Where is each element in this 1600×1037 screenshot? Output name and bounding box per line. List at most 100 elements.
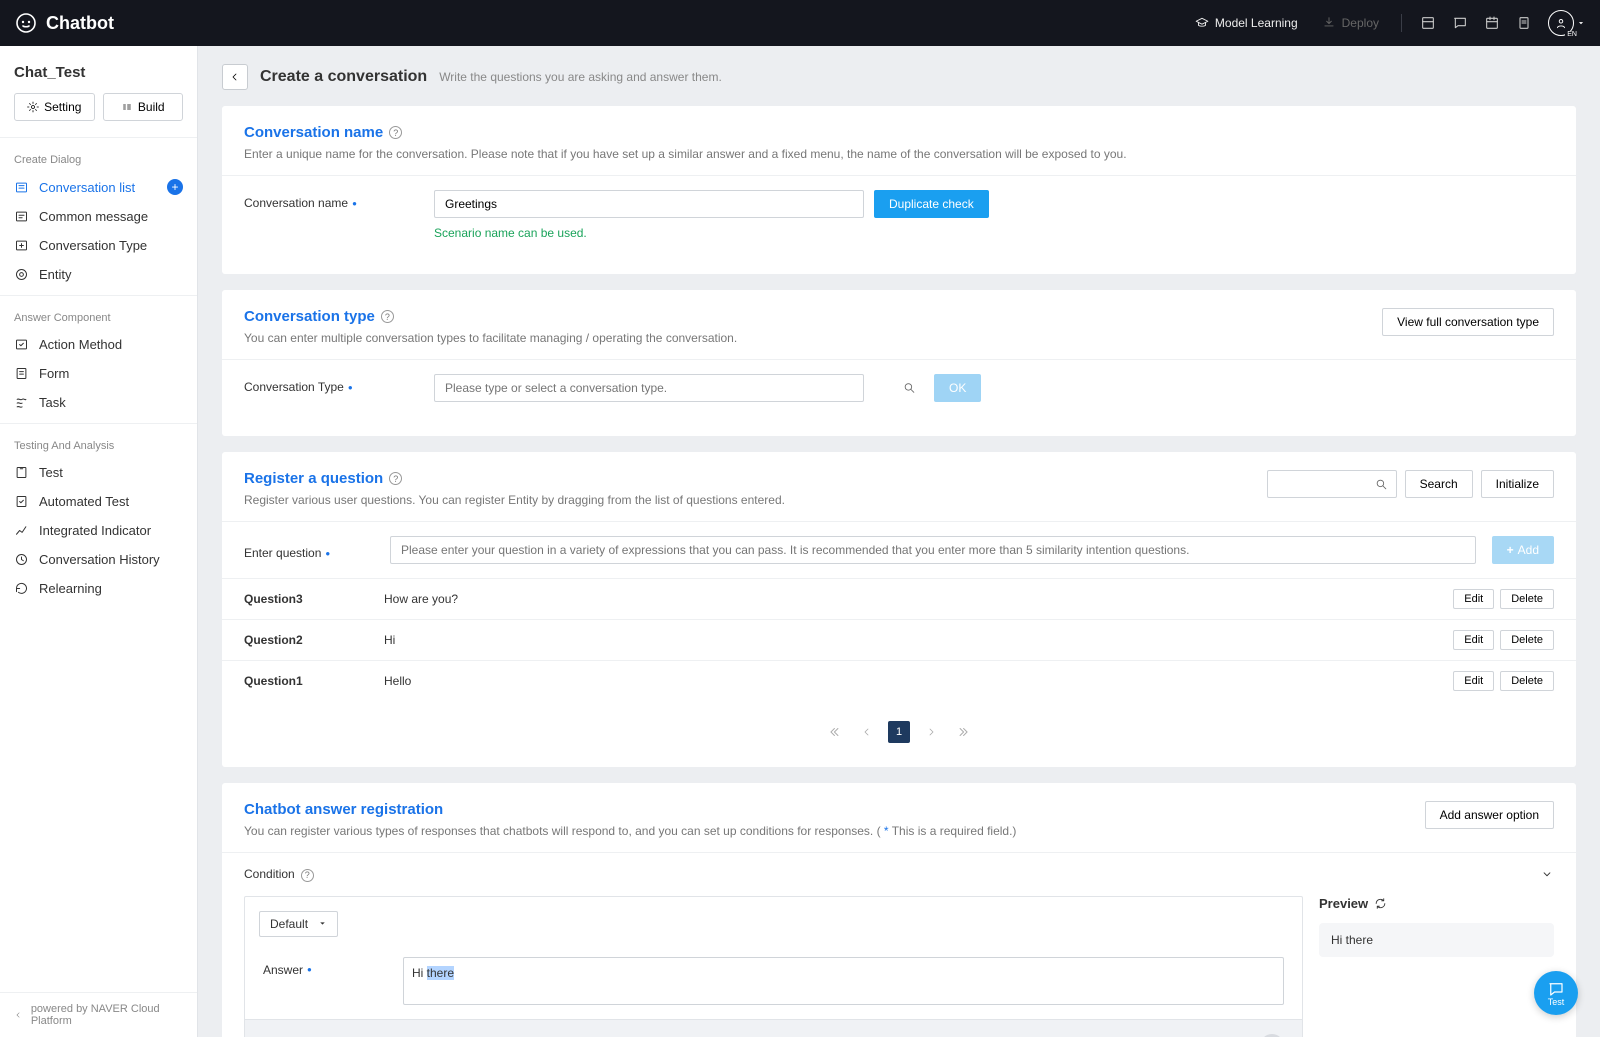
deploy-link[interactable]: Deploy bbox=[1312, 10, 1389, 36]
sidebar-item-automated-test[interactable]: Automated Test bbox=[0, 487, 197, 516]
refresh-icon[interactable] bbox=[1374, 897, 1387, 910]
sidebar: Chat_Test Setting Build Create Dialog Co… bbox=[0, 46, 198, 1037]
deploy-icon bbox=[1322, 16, 1336, 30]
sidebar-item-conversation-history[interactable]: Conversation History bbox=[0, 545, 197, 574]
pagination: 1 bbox=[222, 701, 1576, 767]
duplicate-check-button[interactable]: Duplicate check bbox=[874, 190, 989, 218]
q-desc: Register various user questions. You can… bbox=[244, 493, 785, 507]
condition-row[interactable]: Condition? bbox=[222, 852, 1576, 896]
answer-textarea[interactable]: Hi there bbox=[403, 957, 1284, 1005]
help-icon[interactable]: ? bbox=[301, 869, 314, 882]
user-menu[interactable]: EN bbox=[1548, 10, 1586, 36]
initialize-button[interactable]: Initialize bbox=[1481, 470, 1554, 498]
help-icon[interactable]: ? bbox=[381, 310, 394, 323]
question-id: Question2 bbox=[244, 633, 384, 647]
header-icon-1[interactable] bbox=[1414, 9, 1442, 37]
test-icon bbox=[14, 465, 29, 480]
sidebar-item-integrated-indicator[interactable]: Integrated Indicator bbox=[0, 516, 197, 545]
conv-type-title: Conversation type bbox=[244, 308, 375, 325]
sidebar-item-test[interactable]: Test bbox=[0, 458, 197, 487]
page-title: Create a conversation bbox=[260, 68, 427, 86]
chevron-down-circle-icon bbox=[1260, 1034, 1284, 1037]
page-number[interactable]: 1 bbox=[888, 721, 910, 743]
form-icon bbox=[14, 366, 29, 381]
graduation-icon bbox=[1195, 16, 1209, 30]
answer-title: Chatbot answer registration bbox=[244, 801, 443, 818]
page-next-button[interactable] bbox=[920, 721, 942, 743]
help-icon[interactable]: ? bbox=[389, 126, 402, 139]
help-icon[interactable]: ? bbox=[389, 472, 402, 485]
edit-button[interactable]: Edit bbox=[1453, 630, 1494, 650]
sidebar-item-relearning[interactable]: Relearning bbox=[0, 574, 197, 603]
answer-desc: You can register various types of respon… bbox=[244, 824, 1016, 838]
question-row: Question3 How are you? EditDelete bbox=[222, 578, 1576, 619]
view-full-type-button[interactable]: View full conversation type bbox=[1382, 308, 1554, 336]
indicator-icon bbox=[14, 523, 29, 538]
sidebar-item-common-message[interactable]: Common message bbox=[0, 202, 197, 231]
back-button[interactable] bbox=[222, 64, 248, 90]
conversation-name-input[interactable] bbox=[434, 190, 864, 218]
condition-label: Condition bbox=[244, 867, 295, 881]
auto-test-icon bbox=[14, 494, 29, 509]
q-title: Register a question bbox=[244, 470, 383, 487]
header-actions: Model Learning Deploy EN bbox=[1185, 9, 1586, 37]
url-add-row[interactable]: URL Add bbox=[245, 1019, 1302, 1037]
delete-button[interactable]: Delete bbox=[1500, 589, 1554, 609]
main-content: Create a conversation Write the question… bbox=[198, 46, 1600, 1037]
build-button[interactable]: Build bbox=[103, 93, 184, 121]
page-last-button[interactable] bbox=[952, 721, 974, 743]
delete-button[interactable]: Delete bbox=[1500, 630, 1554, 650]
sidebar-item-conversation-list[interactable]: Conversation list + bbox=[0, 172, 197, 202]
sidebar-item-conversation-type[interactable]: Conversation Type bbox=[0, 231, 197, 260]
conversation-type-input[interactable] bbox=[434, 374, 864, 402]
search-button[interactable]: Search bbox=[1405, 470, 1473, 498]
chevron-left-icon[interactable] bbox=[14, 1010, 23, 1020]
ok-button[interactable]: OK bbox=[934, 374, 981, 402]
message-icon bbox=[14, 209, 29, 224]
page-first-button[interactable] bbox=[824, 721, 846, 743]
conv-type-desc: You can enter multiple conversation type… bbox=[244, 331, 737, 345]
add-question-button[interactable]: +Add bbox=[1492, 536, 1554, 564]
question-text: How are you? bbox=[384, 592, 1453, 606]
question-search-input[interactable] bbox=[1267, 470, 1397, 498]
enter-question-input[interactable] bbox=[390, 536, 1476, 564]
type-icon bbox=[14, 238, 29, 253]
add-answer-option-button[interactable]: Add answer option bbox=[1425, 801, 1554, 829]
page-subtitle: Write the questions you are asking and a… bbox=[439, 70, 722, 84]
conv-name-title: Conversation name bbox=[244, 124, 383, 141]
delete-button[interactable]: Delete bbox=[1500, 671, 1554, 691]
header-icon-cal[interactable] bbox=[1478, 9, 1506, 37]
brand-text: Chatbot bbox=[46, 13, 114, 34]
add-conversation-icon[interactable]: + bbox=[167, 179, 183, 195]
app-header: Chatbot Model Learning Deploy EN bbox=[0, 0, 1600, 46]
enter-q-label: Enter question bbox=[244, 546, 321, 560]
edit-button[interactable]: Edit bbox=[1453, 589, 1494, 609]
header-icon-doc[interactable] bbox=[1510, 9, 1538, 37]
project-title: Chat_Test bbox=[0, 46, 197, 93]
conv-type-label: Conversation Type bbox=[244, 380, 344, 394]
default-select[interactable]: Default bbox=[259, 911, 338, 937]
sidebar-item-entity[interactable]: Entity bbox=[0, 260, 197, 289]
caret-down-icon bbox=[1576, 18, 1586, 28]
header-icon-chat[interactable] bbox=[1446, 9, 1474, 37]
sidebar-footer: powered by NAVER Cloud Platform bbox=[0, 992, 197, 1037]
history-icon bbox=[14, 552, 29, 567]
section-create-dialog: Create Dialog bbox=[0, 150, 197, 172]
page-prev-button[interactable] bbox=[856, 721, 878, 743]
conv-name-desc: Enter a unique name for the conversation… bbox=[244, 147, 1554, 161]
card-conversation-name: Conversation name? Enter a unique name f… bbox=[222, 106, 1576, 274]
lang-badge: EN bbox=[1565, 31, 1579, 38]
gear-icon bbox=[27, 101, 39, 113]
sidebar-item-form[interactable]: Form bbox=[0, 359, 197, 388]
task-icon bbox=[14, 395, 29, 410]
chevron-down-icon bbox=[1540, 867, 1554, 881]
section-answer-component: Answer Component bbox=[0, 308, 197, 330]
sidebar-item-action-method[interactable]: Action Method bbox=[0, 330, 197, 359]
name-hint: Scenario name can be used. bbox=[434, 226, 1554, 240]
sidebar-item-task[interactable]: Task bbox=[0, 388, 197, 417]
edit-button[interactable]: Edit bbox=[1453, 671, 1494, 691]
setting-button[interactable]: Setting bbox=[14, 93, 95, 121]
model-learning-link[interactable]: Model Learning bbox=[1185, 10, 1308, 36]
search-icon bbox=[903, 382, 916, 395]
test-fab[interactable]: Test bbox=[1534, 971, 1578, 1015]
